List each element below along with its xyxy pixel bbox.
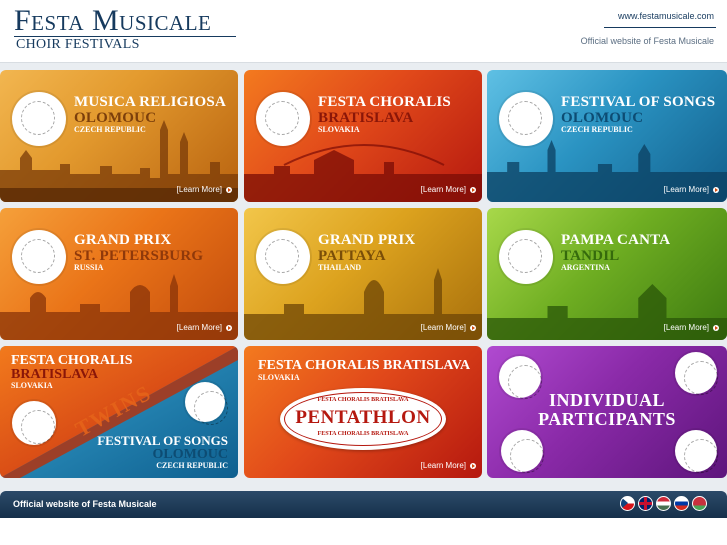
arrow-right-icon	[470, 186, 476, 193]
content-panel	[0, 518, 727, 545]
logo-title[interactable]: Festa Musicale	[14, 4, 211, 38]
badge-main-text: PENTATHLON	[295, 407, 431, 428]
festival-seal-icon	[12, 230, 66, 284]
tile-country: SLOVAKIA	[258, 373, 300, 382]
tile-grand-prix-st-petersburg[interactable]: GRAND PRIX ST. PETERSBURG RUSSIA [Learn …	[0, 208, 238, 340]
festival-seal-icon	[675, 430, 718, 473]
festival-seal-icon	[12, 92, 66, 146]
tile-country: CZECH REPUBLIC	[74, 125, 146, 134]
learn-more-link[interactable]: [Learn More]	[177, 185, 232, 194]
pentathlon-badge: FESTA CHORALIS BRATISLAVA PENTATHLON FES…	[280, 388, 446, 450]
badge-top-text: FESTA CHORALIS BRATISLAVA	[317, 397, 409, 403]
tile-title: INDIVIDUAL	[548, 390, 665, 410]
tile-pentathlon[interactable]: FESTA CHORALIS BRATISLAVA SLOVAKIA FESTA…	[244, 346, 482, 478]
festival-seal-icon	[675, 352, 718, 395]
tile-title: PAMPA CANTA	[561, 232, 671, 248]
tile-pampa-canta[interactable]: PAMPA CANTA TANDIL ARGENTINA [Learn More…	[487, 208, 727, 340]
arrow-right-icon	[470, 324, 476, 331]
footer-bar: Official website of Festa Musicale	[0, 491, 727, 518]
hungary-flag-icon[interactable]	[656, 496, 671, 511]
festival-seal-icon	[185, 382, 228, 425]
festival-seal-icon	[256, 92, 310, 146]
tile-festa-choralis[interactable]: FESTA CHORALIS BRATISLAVA SLOVAKIA [Lear…	[244, 70, 482, 202]
learn-more-link[interactable]: [Learn More]	[421, 323, 476, 332]
learn-more-link[interactable]: [Learn More]	[177, 323, 232, 332]
site-url-link[interactable]: www.festamusicale.com	[618, 11, 714, 21]
tile-festival-of-songs[interactable]: FESTIVAL OF SONGS OLOMOUC CZECH REPUBLIC…	[487, 70, 727, 202]
russia-flag-icon[interactable]	[674, 496, 689, 511]
tile-title: FESTIVAL OF SONGS	[561, 94, 716, 110]
tile-musica-religiosa[interactable]: MUSICA RELIGIOSA OLOMOUC CZECH REPUBLIC …	[0, 70, 238, 202]
arrow-right-icon	[713, 324, 719, 331]
tile-individual-participants[interactable]: INDIVIDUAL PARTICIPANTS	[487, 346, 727, 478]
arrow-right-icon	[226, 324, 232, 331]
tile-country: CZECH REPUBLIC	[561, 125, 633, 134]
tile-twins[interactable]: TWINS FESTA CHORALIS BRATISLAVA SLOVAKIA…	[0, 346, 238, 478]
arrow-right-icon	[226, 186, 232, 193]
tile-title: FESTA CHORALIS BRATISLAVA	[258, 358, 471, 373]
arrow-right-icon	[713, 186, 719, 193]
festival-seal-icon	[499, 230, 553, 284]
twins-b-country: CZECH REPUBLIC	[156, 461, 228, 470]
tile-title: FESTA CHORALIS	[318, 94, 451, 110]
tile-title: GRAND PRIX	[74, 232, 172, 248]
header-divider	[604, 27, 716, 28]
tile-country: SLOVAKIA	[318, 125, 360, 134]
footer-tagline: Official website of Festa Musicale	[13, 499, 157, 509]
belarus-flag-icon[interactable]	[692, 496, 707, 511]
tile-country: RUSSIA	[74, 263, 104, 272]
badge-bottom-text: FESTA CHORALIS BRATISLAVA	[317, 431, 409, 437]
site-header: Festa Musicale CHOIR FESTIVALS www.festa…	[0, 0, 727, 63]
festival-seal-icon	[499, 92, 553, 146]
festival-seal-icon	[501, 430, 544, 473]
tile-grand-prix-pattaya[interactable]: GRAND PRIX PATTAYA THAILAND [Learn More]	[244, 208, 482, 340]
festival-seal-icon	[256, 230, 310, 284]
twins-a-country: SLOVAKIA	[11, 381, 53, 390]
tile-subtitle: PARTICIPANTS	[538, 409, 676, 429]
learn-more-link[interactable]: [Learn More]	[664, 323, 719, 332]
festival-seal-icon	[12, 401, 56, 445]
tile-country: THAILAND	[318, 263, 362, 272]
tile-title: MUSICA RELIGIOSA	[74, 94, 226, 110]
learn-more-link[interactable]: [Learn More]	[664, 185, 719, 194]
learn-more-link[interactable]: [Learn More]	[421, 185, 476, 194]
tile-title: GRAND PRIX	[318, 232, 416, 248]
learn-more-link[interactable]: [Learn More]	[421, 461, 476, 470]
tile-country: ARGENTINA	[561, 263, 610, 272]
czech-flag-icon[interactable]	[620, 496, 635, 511]
language-selector	[620, 496, 707, 511]
uk-flag-icon[interactable]	[638, 496, 653, 511]
arrow-right-icon	[470, 462, 476, 469]
header-tagline: Official website of Festa Musicale	[580, 36, 714, 46]
logo-subtitle: CHOIR FESTIVALS	[16, 37, 140, 52]
